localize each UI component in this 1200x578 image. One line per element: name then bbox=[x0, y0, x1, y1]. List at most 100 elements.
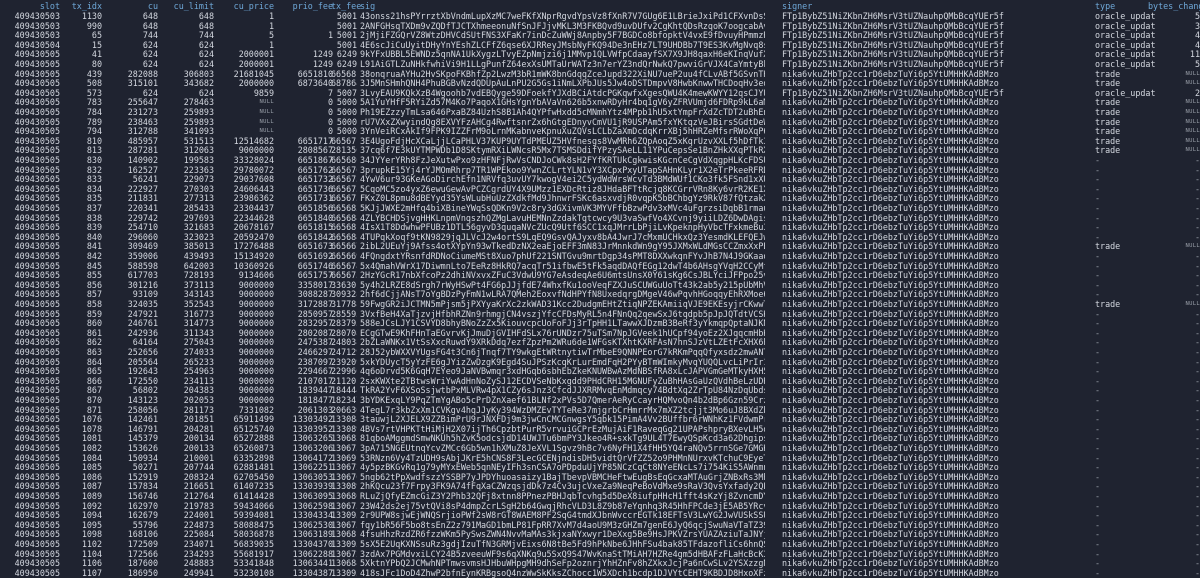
table-row[interactable]: 409430505 861 242936 311343 9000000 2802087 28… bbox=[0, 329, 1200, 339]
table-row[interactable]: 409430505 1094 162679 224001 59394081 1330433… bbox=[0, 511, 1200, 521]
table-row[interactable]: 409430505 857 93109 343143 9000000 3088287 309… bbox=[0, 290, 1200, 300]
table-row[interactable]: 409430505 80 624 624 2000001 1249 6249 L91AiGTL… bbox=[0, 60, 1200, 70]
table-row[interactable]: 409430505 1087 157834 216651 61407235 1330393… bbox=[0, 482, 1200, 492]
cell-cu: 247921 bbox=[127, 309, 158, 319]
table-row[interactable]: 409430505 1107 186950 249941 53230108 1330438… bbox=[0, 569, 1200, 578]
table-row[interactable]: 409430505 839 254710 321683 20678167 6651815 6… bbox=[0, 223, 1200, 233]
cell-cu-price: 9000000 bbox=[238, 290, 274, 300]
table-row[interactable]: 409430505 508 315101 343682 2000000 6873640 68… bbox=[0, 79, 1200, 89]
table-row[interactable]: 409430505 789 238463 259893 NULL 0 5000 rU7VXxZ… bbox=[0, 118, 1200, 128]
table-row[interactable]: 409430505 865 192643 254963 9000000 2294667 22… bbox=[0, 367, 1200, 377]
table-row[interactable]: 409430505 1104 172566 234293 55681917 1306228… bbox=[0, 550, 1200, 560]
header-slot[interactable]: slot bbox=[2, 1, 60, 12]
table-row[interactable]: 409430505 867 56802 204383 9000000 1839447 184… bbox=[0, 386, 1200, 396]
table-row[interactable]: 409430505 856 301216 373113 9000000 3358017 33… bbox=[0, 281, 1200, 291]
header-cu-price[interactable]: cu_price bbox=[222, 1, 274, 12]
table-row[interactable]: 409430504 15 624 624 1 5001 4E6scJiCuUyitDHyYn… bbox=[0, 41, 1200, 51]
table-row[interactable]: 409430505 1076 142461 201851 65911499 1330349… bbox=[0, 415, 1200, 425]
table-row[interactable]: 409430503 990 648 648 1 5001 2ANFGHsqTXDm9vZQD… bbox=[0, 22, 1200, 32]
table-row[interactable]: 409430505 1092 162970 219783 59434066 1306259… bbox=[0, 502, 1200, 512]
table-row[interactable]: 409430505 871 258056 281173 7331082 2061303 20… bbox=[0, 406, 1200, 416]
table-row[interactable]: 409430505 833 56241 229073 29037608 6651732 66… bbox=[0, 175, 1200, 185]
table-row[interactable]: 409430505 859 247921 316773 9000000 2850957 28… bbox=[0, 310, 1200, 320]
table-row[interactable]: 409430505 830 140902 199583 33328024 6651867 6… bbox=[0, 156, 1200, 166]
table-row[interactable]: 409430505 870 143123 202053 9000000 1818477 18… bbox=[0, 396, 1200, 406]
table-row[interactable]: 409430505 863 252656 274033 9000000 2466297 24… bbox=[0, 348, 1200, 358]
table-row[interactable]: 409430505 858 324035 352543 9000000 3172887 31… bbox=[0, 300, 1200, 310]
table-row[interactable]: 409430505 41 624 624 2000001 1249 6249 9kYFxUBB… bbox=[0, 50, 1200, 60]
table-row[interactable]: 409430505 838 229742 297693 22344628 6651840 6… bbox=[0, 214, 1200, 224]
cell-tx-fee: 13308939 bbox=[331, 482, 357, 492]
header-bytes-changed[interactable]: bytes_changed bbox=[1148, 1, 1200, 12]
header-cu-limit[interactable]: cu_limit bbox=[162, 1, 214, 12]
header-type[interactable]: type bbox=[1095, 1, 1155, 12]
cell-tx-fee: 2112017 bbox=[331, 376, 357, 386]
table-row[interactable]: 409430505 1078 146791 204281 65125740 1330395… bbox=[0, 425, 1200, 435]
table-row[interactable]: 409430505 855 617703 728193 9134606 6651757 66… bbox=[0, 271, 1200, 281]
table-row[interactable]: 409430505 834 222927 270303 24606443 6651736 6… bbox=[0, 185, 1200, 195]
cell-signer: nika6vkuZHbTp2cc1rD6ebzTuYi6p5YtUMHHKAdB… bbox=[782, 184, 999, 194]
cell-bytes-changed: - bbox=[1194, 559, 1200, 569]
table-row[interactable]: 409430505 813 287281 312063 9000000 2808567 28… bbox=[0, 146, 1200, 156]
cell-tx-idx: 845 bbox=[86, 261, 102, 271]
cell-signer: FTp1BybZ51NiZKbnZH6MsrV3tUZNauhpQMbBcqYU… bbox=[782, 12, 1004, 21]
table-row[interactable]: 409430505 840 296060 323023 20592470 6651842 6… bbox=[0, 233, 1200, 243]
table-row[interactable]: 409430505 1081 145379 200134 65272888 1306326… bbox=[0, 434, 1200, 444]
cell-tx-idx: 439 bbox=[86, 69, 102, 79]
cell-cu-limit: 204281 bbox=[183, 424, 214, 434]
cell-cu-price: 7331082 bbox=[238, 405, 274, 415]
table-row[interactable]: 409430505 835 211831 277313 23986362 6651731 6… bbox=[0, 194, 1200, 204]
cell-type: - bbox=[1095, 252, 1101, 261]
table-row[interactable]: 409430505 866 172550 234113 9000000 2107017 21… bbox=[0, 377, 1200, 387]
table-row[interactable]: 409430505 439 282088 306803 21681045 6651810 6… bbox=[0, 70, 1200, 80]
table-row[interactable]: 409430505 1095 55796 224873 58088475 13062530… bbox=[0, 521, 1200, 531]
cell-prio-fee: 3088287 bbox=[297, 290, 333, 300]
header-tx-fee[interactable]: tx_fee bbox=[331, 1, 361, 12]
table-row[interactable]: 409430505 1084 150934 210001 63352898 1306417… bbox=[0, 454, 1200, 464]
cell-signer: nika6vkuZHbTp2cc1rD6ebzTuYi6p5YtUMHHKAdB… bbox=[782, 242, 999, 252]
table-row[interactable]: 409430505 832 162527 223363 29780072 6651762 6… bbox=[0, 166, 1200, 176]
cell-tx-fee: 13067306 bbox=[331, 444, 357, 453]
table-row[interactable]: 409430505 837 220341 285433 23304437 6651856 6… bbox=[0, 204, 1200, 214]
table-row[interactable]: 409430505 810 485957 531513 12514682 6651717 6… bbox=[0, 137, 1200, 147]
cell-bytes-changed: - bbox=[1194, 405, 1200, 415]
cell-slot: 409430503 bbox=[14, 31, 60, 41]
header-cu[interactable]: cu bbox=[108, 1, 158, 12]
table-row[interactable]: 409430505 841 309469 385013 17276488 6651673 6… bbox=[0, 242, 1200, 252]
header-sig[interactable]: sig bbox=[360, 1, 765, 12]
cell-type: oracle_update bbox=[1095, 60, 1155, 69]
cell-cu-limit: 270303 bbox=[183, 184, 214, 194]
cell-slot: 409430505 bbox=[14, 79, 60, 89]
table-row[interactable]: 409430505 1098 168106 225084 58036878 1306318… bbox=[0, 530, 1200, 540]
cell-sig: Ph19EZzzyTmLsa646PxaBZ84UzhS8B1Ah4QYPfwH… bbox=[360, 108, 765, 117]
header-signer[interactable]: signer bbox=[782, 1, 1084, 12]
cell-slot: 409430505 bbox=[14, 232, 60, 242]
table-row[interactable]: 409430505 1086 152919 208324 62705450 1306305… bbox=[0, 473, 1200, 483]
cell-tx-fee: 6656867 bbox=[331, 156, 357, 165]
cell-tx-idx: 862 bbox=[86, 338, 102, 348]
table-row[interactable]: 409430505 784 231273 259893 NULL 0 5000 Ph19EZz… bbox=[0, 108, 1200, 118]
table-row[interactable]: 409430505 864 205564 265233 9000000 2387097 23… bbox=[0, 358, 1200, 368]
table-row[interactable]: 409430505 1106 187600 248883 53341848 1306344… bbox=[0, 559, 1200, 569]
table-row[interactable]: 409430505 860 246761 314773 9000000 2832957 28… bbox=[0, 319, 1200, 329]
table-row[interactable]: 409430505 845 588598 642003 10360926 6651746 6… bbox=[0, 262, 1200, 272]
table-row[interactable]: 409430505 1089 156746 212764 61414428 1306309… bbox=[0, 492, 1200, 502]
table-row[interactable]: 409430503 65 744 744 5 1 5001 2jMjiFZGQrVZ8WtzD… bbox=[0, 31, 1200, 41]
table-row[interactable]: 409430505 1085 50271 207744 62881481 13062251… bbox=[0, 463, 1200, 473]
table-row[interactable]: 409430503 1130 648 648 1 5001 43onss21hsPYrrzt… bbox=[0, 12, 1200, 22]
table-row[interactable]: 409430505 862 64164 275043 9000000 2475387 248… bbox=[0, 338, 1200, 348]
table-row[interactable]: 409430505 794 312788 341093 NULL 0 5000 3YnVeiR… bbox=[0, 127, 1200, 137]
cell-tx-fee: 6656757 bbox=[331, 271, 357, 281]
cell-sig: L91AiGTLZuNHkfwhiVi9H1LLgPunfZ64exXsUMTa… bbox=[360, 60, 765, 69]
table-row[interactable]: 409430505 1082 153626 200133 65260873 1306320… bbox=[0, 444, 1200, 454]
header-tx-idx[interactable]: tx_idx bbox=[64, 1, 102, 12]
header-prio-fee[interactable]: prio_fee bbox=[282, 1, 333, 12]
table-row[interactable]: 409430505 1102 172509 234071 56839035 1330437… bbox=[0, 540, 1200, 550]
table-row[interactable]: 409430505 573 624 624 9859 7 5007 3LvyEAU9KQkXz… bbox=[0, 89, 1200, 99]
cell-tx-idx: 859 bbox=[86, 309, 102, 319]
cell-signer: nika6vkuZHbTp2cc1rD6ebzTuYi6p5YtUMHHKAdB… bbox=[782, 300, 999, 309]
table-row[interactable]: 409430505 842 359006 439493 15134920 6651692 6… bbox=[0, 252, 1200, 262]
cell-signer: nika6vkuZHbTp2cc1rD6ebzTuYi6p5YtUMHHKAdB… bbox=[782, 501, 999, 511]
cell-cu-price: 56839035 bbox=[233, 540, 274, 549]
table-row[interactable]: 409430505 783 255647 278463 NULL 0 5000 5A1YuYH… bbox=[0, 98, 1200, 108]
